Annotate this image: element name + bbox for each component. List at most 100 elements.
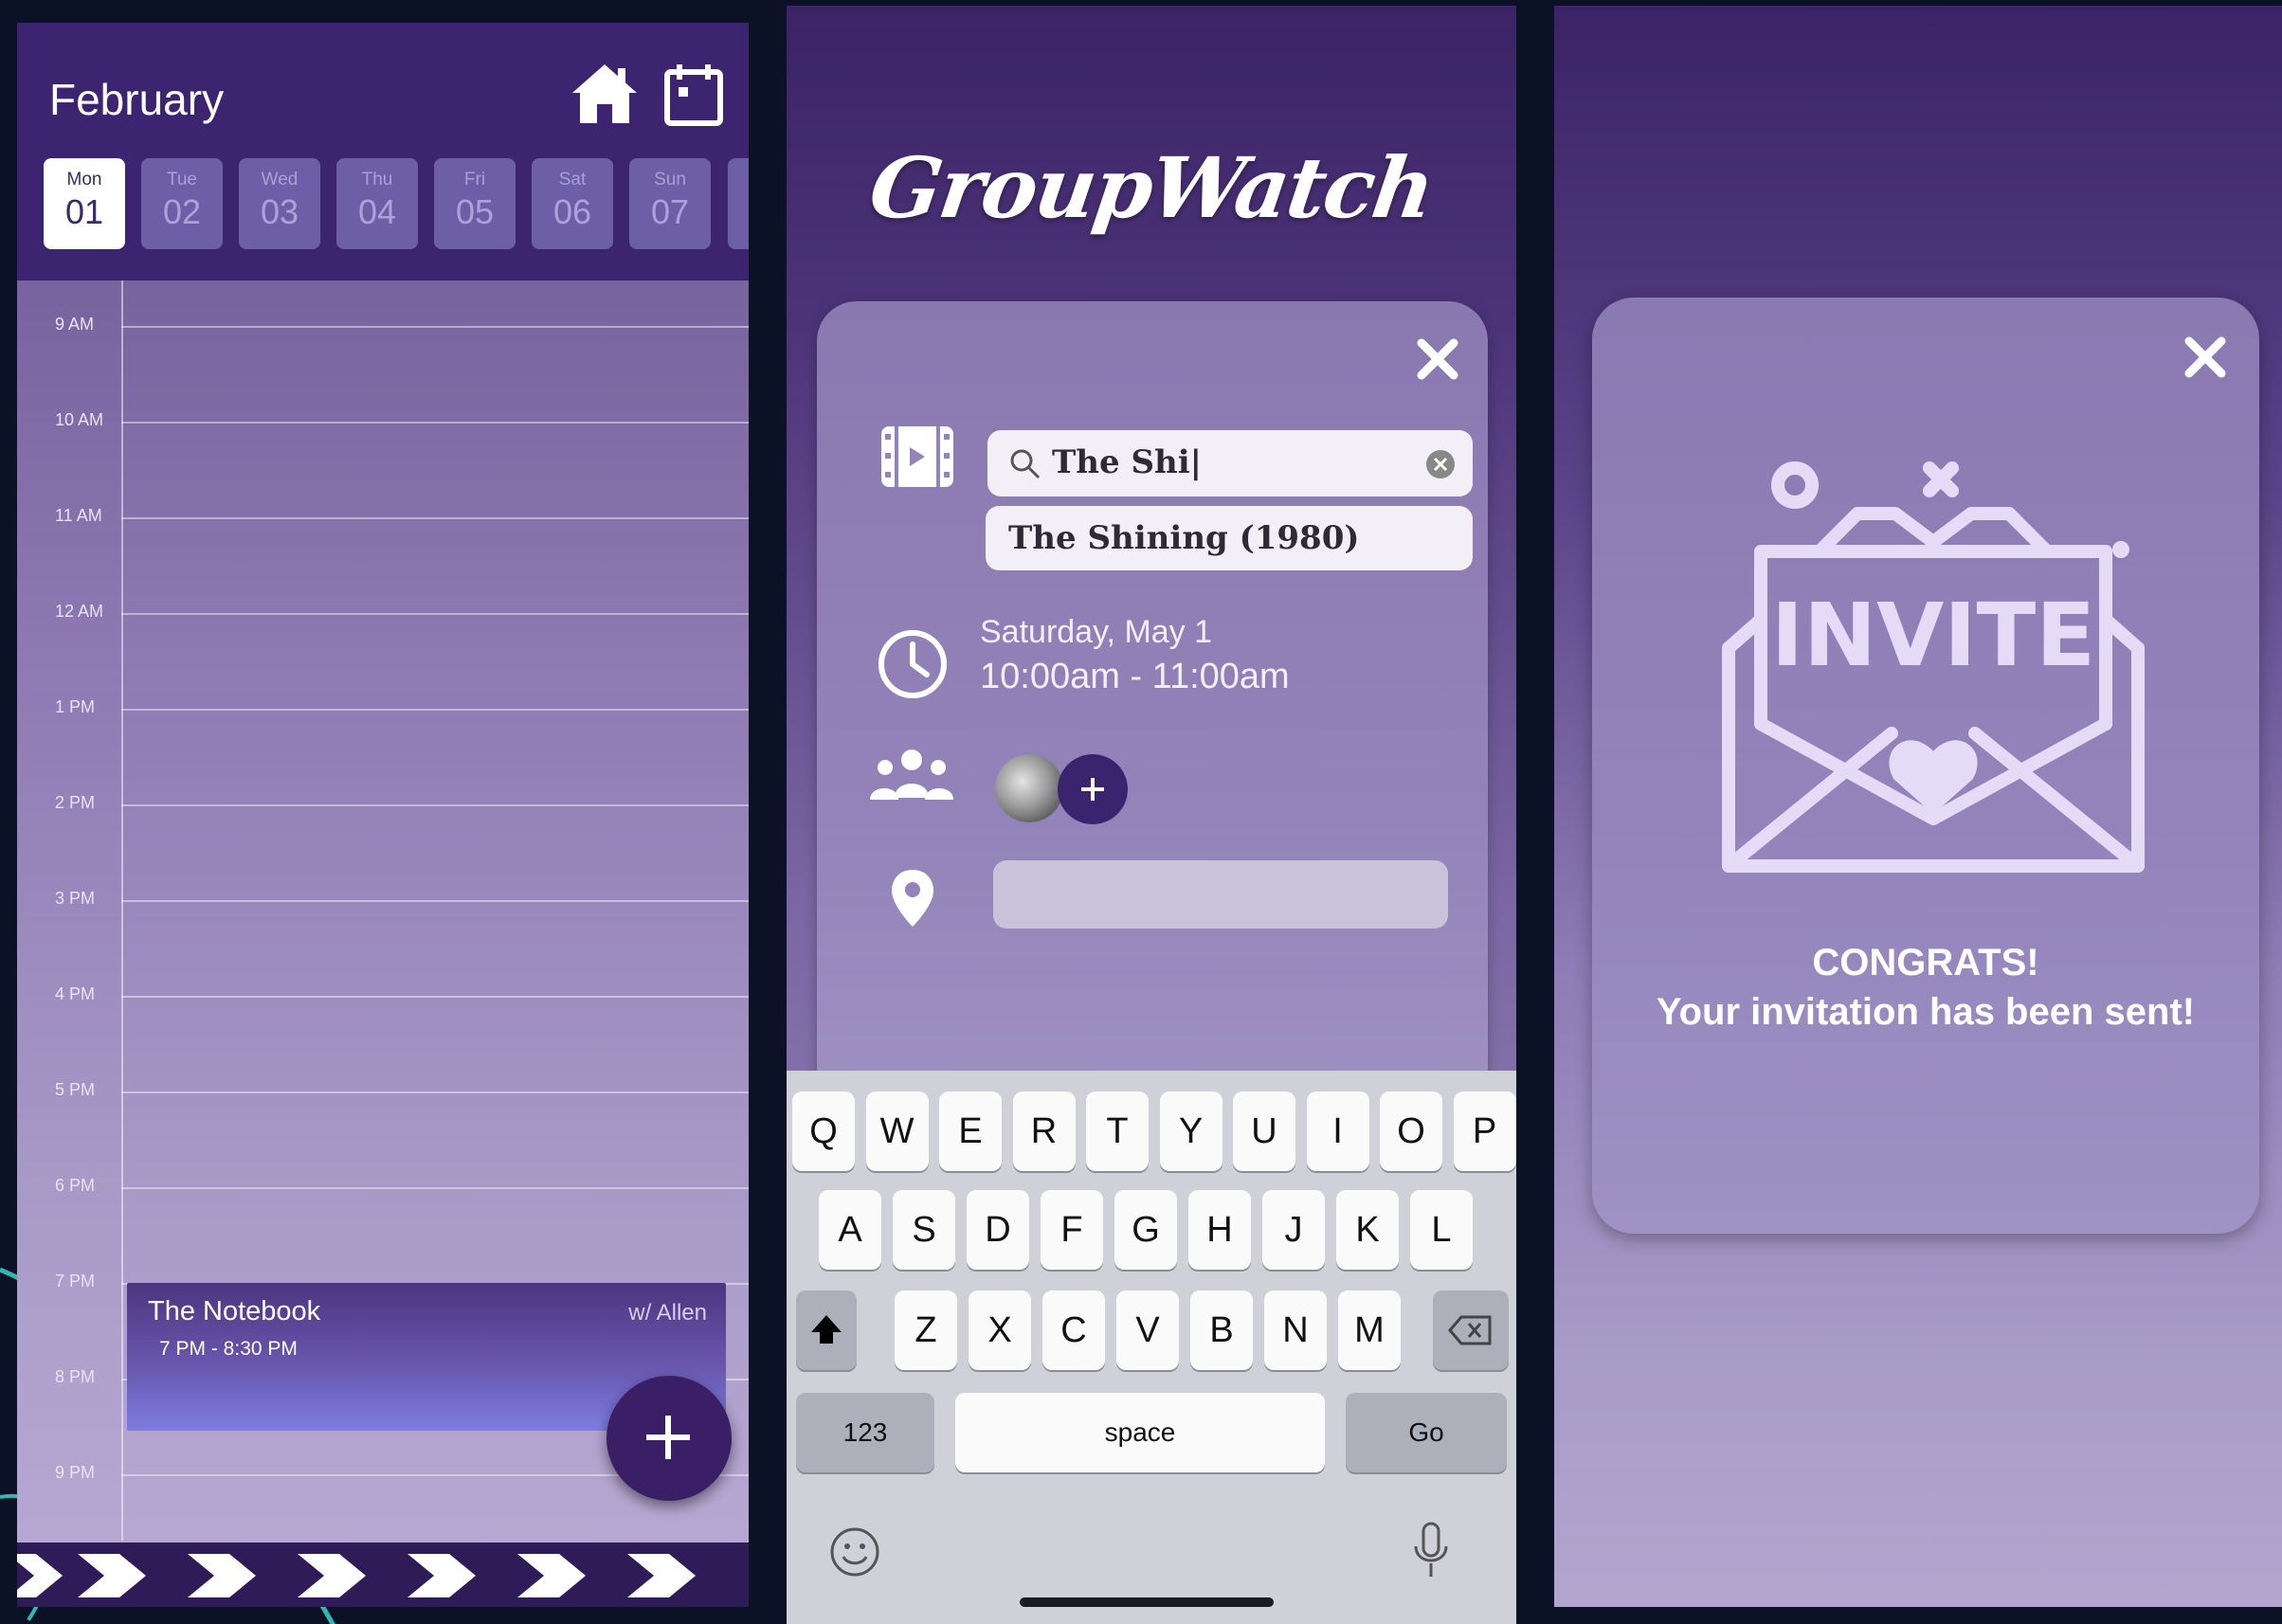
clear-icon[interactable] [1425, 449, 1456, 479]
day-number: 05 [455, 192, 495, 231]
day-number: 07 [650, 192, 690, 231]
key-h[interactable]: H [1188, 1190, 1251, 1270]
key-r[interactable]: R [1012, 1092, 1076, 1171]
close-icon[interactable] [1416, 337, 1459, 381]
key-u[interactable]: U [1233, 1092, 1295, 1171]
day-tab[interactable]: Fri 05 [434, 158, 516, 249]
key-q[interactable]: Q [792, 1092, 855, 1171]
key-p[interactable]: P [1453, 1092, 1516, 1171]
shift-key[interactable] [796, 1290, 857, 1370]
key-b[interactable]: B [1190, 1290, 1253, 1370]
space-key[interactable]: space [955, 1393, 1325, 1472]
day-number: 01 [64, 192, 104, 231]
hour-line [121, 1187, 749, 1189]
day-name: Thu [361, 170, 393, 189]
key-s[interactable]: S [893, 1190, 955, 1270]
backspace-key[interactable] [1433, 1290, 1509, 1370]
calendar-icon[interactable] [658, 59, 730, 131]
day-name: Wed [261, 170, 299, 189]
day-name: Mon [66, 170, 102, 189]
confirmation-message: CONGRATS! Your invitation has been sent! [1592, 938, 2259, 1037]
key-v[interactable]: V [1116, 1290, 1179, 1370]
key-k[interactable]: K [1336, 1190, 1399, 1270]
movie-suggestion[interactable]: The Shining (1980) [986, 506, 1473, 570]
key-t[interactable]: T [1086, 1092, 1149, 1171]
close-icon[interactable] [2183, 335, 2227, 379]
search-query: The Shi| [1052, 443, 1203, 481]
movie-search-input[interactable]: The Shi| [987, 430, 1473, 496]
numbers-key[interactable]: 123 [796, 1393, 934, 1472]
key-n[interactable]: N [1264, 1290, 1327, 1370]
invite-word: INVITE [1771, 585, 2095, 686]
on-screen-keyboard: QWERTYUIOP ASDFGHJKL ZXCVBNM 123 space Go [787, 1071, 1516, 1624]
key-z[interactable]: Z [895, 1290, 957, 1370]
hour-line [121, 422, 749, 424]
go-key[interactable]: Go [1346, 1393, 1507, 1472]
day-name: Sun [654, 170, 686, 189]
invite-envelope-icon: INVITE [1722, 461, 2145, 873]
event-time: 7 PM - 8:30 PM [159, 1338, 298, 1360]
time-label: 5 PM [55, 1080, 96, 1099]
group-icon [870, 749, 953, 800]
month-title: February [49, 75, 225, 124]
confirmation-card: INVITE CONGRATS! Your invitation has bee… [1592, 298, 2259, 1234]
emoji-icon[interactable] [828, 1525, 881, 1579]
hour-line [121, 900, 749, 902]
time-label: 1 PM [55, 697, 96, 716]
film-icon [881, 426, 953, 487]
add-attendee-button[interactable] [1058, 754, 1128, 824]
day-tab[interactable]: Sat 06 [532, 158, 613, 249]
time-label: 8 PM [55, 1367, 96, 1386]
location-pin-icon [892, 870, 933, 927]
calendar-header: February Mon 01 Tue 02 Wed 03 Thu 04 Fri 05 Sat 06 S… [17, 23, 749, 280]
location-input[interactable] [993, 860, 1448, 929]
event-time-range: 10:00am - 11:00am [980, 657, 1290, 696]
key-f[interactable]: F [1041, 1190, 1103, 1270]
hour-line [121, 709, 749, 711]
time-label: 12 AM [55, 602, 104, 621]
day-number: 03 [260, 192, 299, 231]
create-event-screen: GroupWatch The Shi| The Shining (1980) S… [787, 6, 1516, 1624]
key-d[interactable]: D [967, 1190, 1029, 1270]
key-y[interactable]: Y [1159, 1092, 1222, 1171]
day-tab[interactable]: Wed 03 [239, 158, 320, 249]
key-i[interactable]: I [1306, 1092, 1369, 1171]
hour-line [121, 613, 749, 615]
hour-line [121, 804, 749, 806]
hour-line [121, 517, 749, 519]
day-name: Sat [558, 170, 587, 189]
key-j[interactable]: J [1262, 1190, 1325, 1270]
key-w[interactable]: W [865, 1092, 929, 1171]
time-label: 4 PM [55, 984, 96, 1003]
plus-icon [646, 1416, 690, 1459]
day-tab[interactable]: Sun 07 [629, 158, 711, 249]
date-time[interactable]: Saturday, May 1 10:00am - 11:00am [980, 614, 1290, 697]
key-l[interactable]: L [1410, 1190, 1473, 1270]
key-x[interactable]: X [969, 1290, 1031, 1370]
hour-line [121, 326, 749, 328]
add-event-button[interactable] [607, 1376, 732, 1501]
key-m[interactable]: M [1338, 1290, 1401, 1370]
day-tab[interactable]: Mon 01 [44, 158, 125, 249]
key-c[interactable]: C [1042, 1290, 1105, 1370]
microphone-icon[interactable] [1408, 1520, 1454, 1582]
attendee-avatar[interactable] [995, 754, 1063, 822]
search-icon [1010, 449, 1041, 479]
day-tab[interactable]: Tue 02 [141, 158, 223, 249]
day-tab-partial[interactable] [728, 158, 749, 249]
time-label: 11 AM [55, 506, 102, 525]
time-label: 2 PM [55, 793, 96, 812]
suggestion-label: The Shining (1980) [1008, 519, 1360, 557]
key-e[interactable]: E [939, 1092, 1002, 1171]
day-name: Tue [166, 170, 198, 189]
key-a[interactable]: A [819, 1190, 881, 1270]
home-icon[interactable] [569, 59, 641, 131]
key-o[interactable]: O [1380, 1092, 1442, 1171]
time-label: 10 AM [55, 410, 104, 429]
time-label: 3 PM [55, 889, 96, 908]
time-label: 9 AM [55, 315, 95, 334]
day-tab[interactable]: Thu 04 [336, 158, 418, 249]
key-g[interactable]: G [1114, 1190, 1177, 1270]
day-number: 04 [357, 192, 397, 231]
hour-line [121, 1092, 749, 1093]
